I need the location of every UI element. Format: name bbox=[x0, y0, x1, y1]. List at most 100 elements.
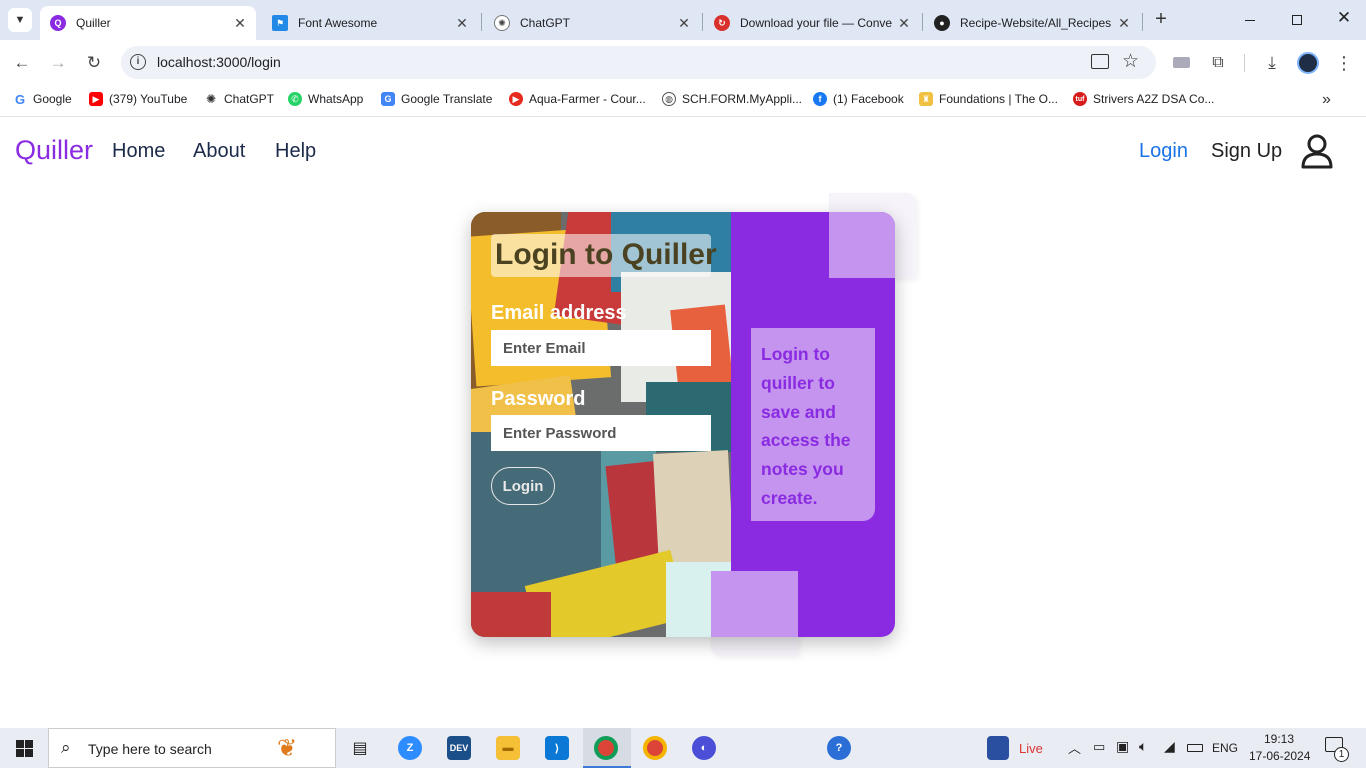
install-app-icon[interactable] bbox=[1091, 54, 1109, 69]
downloads-icon[interactable]: ⤓ bbox=[1259, 50, 1285, 76]
bookmark-label: Google Translate bbox=[401, 92, 493, 106]
chrome-profile-icon[interactable] bbox=[643, 736, 667, 760]
nav-login[interactable]: Login bbox=[1139, 140, 1188, 163]
more-bookmarks-icon[interactable]: » bbox=[1322, 91, 1331, 109]
bookmark-label: (1) Facebook bbox=[833, 92, 904, 106]
whatsapp-icon: ✆ bbox=[288, 92, 302, 106]
login-submit-label: Login bbox=[502, 477, 544, 495]
bookmark-label: Aqua-Farmer - Cour... bbox=[529, 92, 646, 106]
extensions-puzzle-icon[interactable]: ⧉ bbox=[1205, 50, 1231, 76]
bookmark-google-translate[interactable]: G Google Translate bbox=[381, 92, 492, 106]
tab-github[interactable]: ● Recipe-Website/All_Recipes ✕ bbox=[924, 6, 1140, 40]
taskbar-search-box[interactable]: ⌕ Type here to search ❦ bbox=[48, 728, 336, 768]
tab-search-button[interactable]: ▼ bbox=[8, 8, 32, 32]
profile-avatar[interactable] bbox=[1297, 52, 1319, 74]
new-tab-button[interactable]: + bbox=[1150, 9, 1172, 31]
task-view-icon[interactable]: ▤ bbox=[348, 736, 372, 760]
chatgpt-icon: ✺ bbox=[204, 92, 218, 106]
wifi-icon[interactable]: ◢ bbox=[1164, 738, 1175, 755]
bookmark-label: WhatsApp bbox=[308, 92, 364, 106]
windows-start-icon[interactable] bbox=[16, 740, 33, 757]
bookmark-label: Google bbox=[33, 92, 72, 106]
back-button[interactable]: ← bbox=[9, 50, 35, 76]
close-icon[interactable]: ✕ bbox=[1114, 15, 1134, 32]
battery-icon[interactable] bbox=[1187, 744, 1203, 752]
bookmark-label: SCH.FORM.MyAppli... bbox=[682, 92, 803, 106]
close-icon[interactable]: ✕ bbox=[452, 15, 472, 32]
butterfly-icon: ❦ bbox=[277, 735, 298, 762]
file-explorer-icon[interactable]: ▬ bbox=[496, 736, 520, 760]
nav-help[interactable]: Help bbox=[275, 140, 316, 163]
email-label: Email address bbox=[491, 302, 627, 324]
tab-separator bbox=[922, 13, 923, 31]
url-text[interactable]: localhost:3000/login bbox=[157, 54, 281, 70]
brand-logo[interactable]: Quiller bbox=[15, 135, 93, 166]
dev-app-icon[interactable]: DEV bbox=[447, 736, 471, 760]
volume-icon[interactable]: 🔈︎ bbox=[1139, 738, 1147, 755]
bookmark-strivers[interactable]: tuf Strivers A2Z DSA Co... bbox=[1073, 92, 1214, 106]
clock-date[interactable]: 17-06-2024 bbox=[1249, 749, 1310, 763]
euro-cup-icon[interactable] bbox=[987, 736, 1009, 760]
bookmark-facebook[interactable]: f (1) Facebook bbox=[813, 92, 904, 106]
close-icon[interactable]: ✕ bbox=[894, 15, 914, 32]
minimize-button[interactable] bbox=[1236, 10, 1264, 30]
user-icon[interactable] bbox=[1300, 133, 1334, 169]
login-submit-button[interactable]: Login bbox=[491, 467, 555, 505]
bookmark-odin-project[interactable]: ♜ Foundations | The O... bbox=[919, 92, 1058, 106]
bookmark-chatgpt[interactable]: ✺ ChatGPT bbox=[204, 92, 274, 106]
chatgpt-favicon: ✺ bbox=[494, 15, 510, 31]
login-heading: Login to Quiller bbox=[495, 238, 717, 271]
tab-title: ChatGPT bbox=[520, 16, 571, 30]
password-field[interactable] bbox=[491, 415, 711, 451]
windows-taskbar: ⌕ Type here to search ❦ ▤ Z DEV ▬ ⟩ ◐ ? … bbox=[0, 728, 1366, 768]
tab-quiller[interactable]: Q Quiller ✕ bbox=[40, 6, 256, 40]
bookmark-label: Strivers A2Z DSA Co... bbox=[1093, 92, 1215, 106]
bookmark-label: Foundations | The O... bbox=[939, 92, 1058, 106]
vscode-icon[interactable]: ⟩ bbox=[545, 736, 569, 760]
chrome-icon[interactable] bbox=[594, 736, 618, 760]
bookmark-google[interactable]: G Google bbox=[13, 92, 72, 107]
language-indicator[interactable]: ENG bbox=[1212, 741, 1238, 755]
youtube-icon: ▶ bbox=[89, 92, 103, 106]
site-info-icon[interactable]: i bbox=[130, 54, 146, 70]
meet-icon[interactable]: ▭ bbox=[1093, 739, 1105, 755]
side-message-box: Login to quiller to save and access the … bbox=[751, 328, 875, 521]
login-card: Login to Quiller Email address Password … bbox=[471, 212, 895, 637]
reload-button[interactable]: ↻ bbox=[81, 50, 107, 76]
tab-font-awesome[interactable]: ⚑ Font Awesome ✕ bbox=[262, 6, 478, 40]
chevron-up-icon[interactable]: ︿ bbox=[1068, 738, 1081, 757]
clock-time[interactable]: 19:13 bbox=[1264, 732, 1294, 746]
restore-button[interactable] bbox=[1283, 10, 1311, 30]
close-icon[interactable]: ✕ bbox=[674, 15, 694, 32]
live-label[interactable]: Live bbox=[1019, 741, 1043, 756]
facebook-icon: f bbox=[813, 92, 827, 106]
bookmark-whatsapp[interactable]: ✆ WhatsApp bbox=[288, 92, 363, 106]
nav-signup[interactable]: Sign Up bbox=[1211, 140, 1282, 163]
nav-about[interactable]: About bbox=[193, 140, 245, 163]
menu-kebab-icon[interactable]: ⋮ bbox=[1331, 50, 1357, 76]
nav-home[interactable]: Home bbox=[112, 140, 165, 163]
email-field[interactable] bbox=[491, 330, 711, 366]
address-bar[interactable]: i localhost:3000/login ☆ bbox=[121, 46, 1156, 79]
quiller-favicon: Q bbox=[50, 15, 66, 31]
forward-button[interactable]: → bbox=[45, 50, 71, 76]
bookmark-youtube[interactable]: ▶ (379) YouTube bbox=[89, 92, 187, 106]
bookmark-aqua-farmer[interactable]: ▶ Aqua-Farmer - Cour... bbox=[509, 92, 646, 106]
display-icon[interactable]: ▣ bbox=[1116, 738, 1129, 755]
tab-download[interactable]: ↻ Download your file — Conve ✕ bbox=[704, 6, 920, 40]
decor-overlay-bottom bbox=[711, 571, 798, 637]
tuf-icon: tuf bbox=[1073, 92, 1087, 106]
tab-chatgpt[interactable]: ✺ ChatGPT ✕ bbox=[484, 6, 700, 40]
github-favicon: ● bbox=[934, 15, 950, 31]
close-icon[interactable]: ✕ bbox=[230, 15, 250, 32]
moon-app-icon[interactable]: ◐ bbox=[692, 736, 716, 760]
browser-tab-strip: ▼ Q Quiller ✕ ⚑ Font Awesome ✕ ✺ ChatGPT… bbox=[0, 0, 1366, 40]
bookmark-star-icon[interactable]: ☆ bbox=[1122, 50, 1139, 73]
help-icon[interactable]: ? bbox=[827, 736, 851, 760]
extension-badge-icon[interactable] bbox=[1173, 57, 1190, 68]
bookmark-label: ChatGPT bbox=[224, 92, 275, 106]
bookmark-sch-form[interactable]: ◍ SCH.FORM.MyAppli... bbox=[662, 92, 802, 106]
zoom-app-icon[interactable]: Z bbox=[398, 736, 422, 760]
close-window-button[interactable]: ✕ bbox=[1330, 8, 1358, 30]
google-translate-icon: G bbox=[381, 92, 395, 106]
